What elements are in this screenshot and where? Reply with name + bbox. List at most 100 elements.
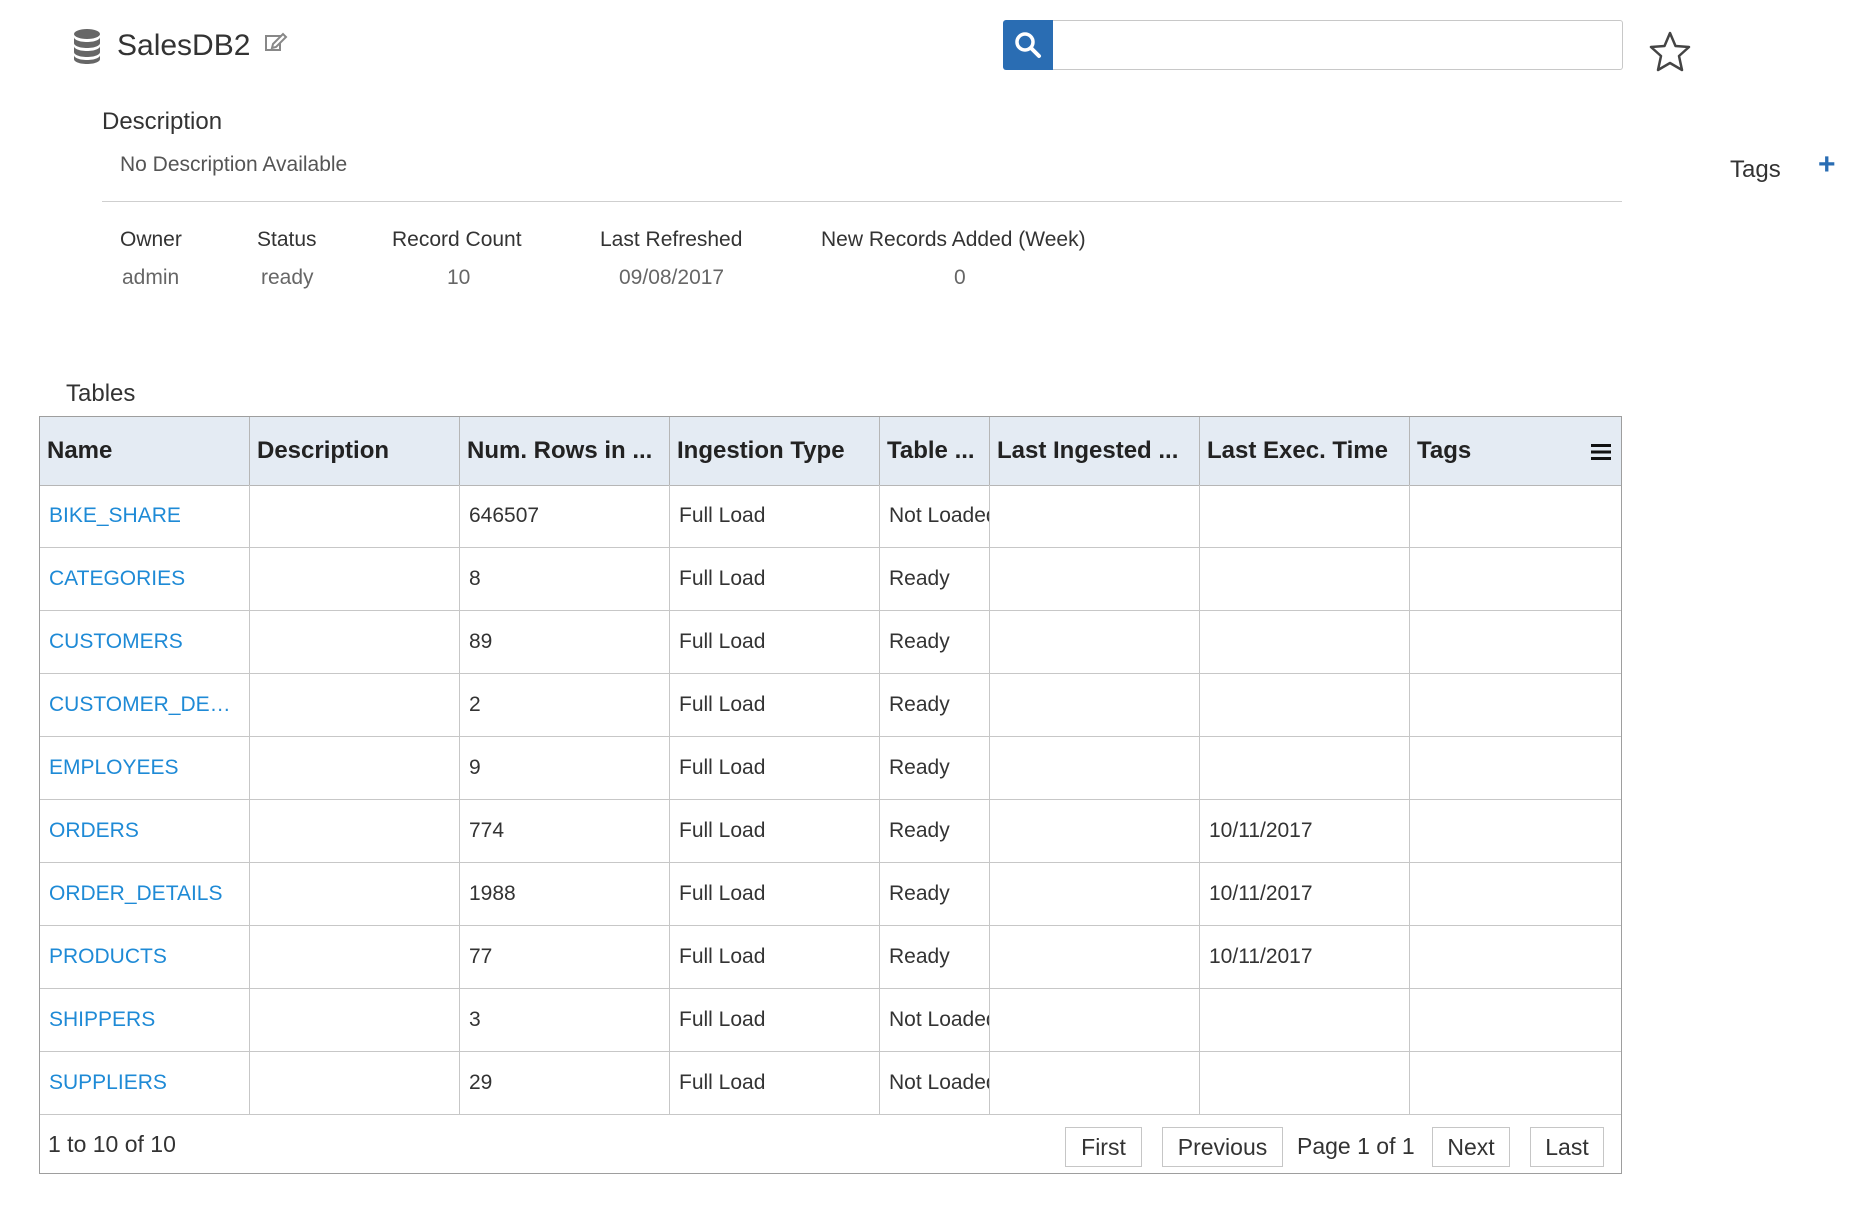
table-name-link[interactable]: SUPPLIERS — [40, 1052, 250, 1114]
cell-tags — [1410, 737, 1622, 799]
cell-tags — [1410, 926, 1622, 988]
cell-table-status: Ready — [880, 674, 990, 736]
add-tag-button[interactable]: + — [1818, 150, 1836, 180]
cell-last-exec-time — [1200, 737, 1410, 799]
cell-table-status: Ready — [880, 926, 990, 988]
cell-table-status: Not Loaded — [880, 1052, 990, 1114]
cell-last-ingested — [990, 674, 1200, 736]
cell-last-exec-time — [1200, 674, 1410, 736]
cell-tags — [1410, 863, 1622, 925]
record-count-label: Record Count — [392, 228, 522, 251]
table-row[interactable]: CUSTOMER_DE… 2 Full Load Ready — [40, 674, 1621, 737]
table-row[interactable]: CATEGORIES 8 Full Load Ready — [40, 548, 1621, 611]
cell-table-status: Ready — [880, 611, 990, 673]
cell-num-rows: 3 — [460, 989, 670, 1051]
cell-num-rows: 2 — [460, 674, 670, 736]
first-page-button[interactable]: First — [1065, 1127, 1142, 1167]
column-menu-icon[interactable] — [1591, 443, 1611, 461]
description-heading: Description — [102, 108, 223, 135]
cell-ingestion-type: Full Load — [670, 1052, 880, 1114]
cell-ingestion-type: Full Load — [670, 674, 880, 736]
table-row[interactable]: CUSTOMERS 89 Full Load Ready — [40, 611, 1621, 674]
table-name-link[interactable]: CUSTOMERS — [40, 611, 250, 673]
cell-description — [250, 926, 460, 988]
cell-last-ingested — [990, 485, 1200, 547]
cell-last-ingested — [990, 863, 1200, 925]
cell-table-status: Ready — [880, 863, 990, 925]
table-row[interactable]: ORDERS 774 Full Load Ready 10/11/2017 — [40, 800, 1621, 863]
table-row[interactable]: SUPPLIERS 29 Full Load Not Loaded — [40, 1052, 1621, 1115]
cell-tags — [1410, 611, 1622, 673]
cell-last-ingested — [990, 926, 1200, 988]
cell-last-exec-time: 10/11/2017 — [1200, 926, 1410, 988]
cell-num-rows: 9 — [460, 737, 670, 799]
cell-table-status: Ready — [880, 737, 990, 799]
search-input[interactable] — [1053, 20, 1623, 70]
search-button[interactable] — [1003, 20, 1053, 70]
new-records-label: New Records Added (Week) — [821, 228, 1086, 251]
cell-description — [250, 611, 460, 673]
cell-last-exec-time — [1200, 548, 1410, 610]
owner-label: Owner — [120, 228, 182, 251]
cell-tags — [1410, 674, 1622, 736]
page-info: Page 1 of 1 — [1297, 1133, 1415, 1159]
cell-last-exec-time — [1200, 1052, 1410, 1114]
table-row[interactable]: ORDER_DETAILS 1988 Full Load Ready 10/11… — [40, 863, 1621, 926]
table-name-link[interactable]: BIKE_SHARE — [40, 485, 250, 547]
cell-num-rows: 77 — [460, 926, 670, 988]
cell-last-ingested — [990, 989, 1200, 1051]
cell-num-rows: 646507 — [460, 485, 670, 547]
table-name-link[interactable]: CATEGORIES — [40, 548, 250, 610]
tables-heading: Tables — [66, 380, 136, 407]
table-row[interactable]: BIKE_SHARE 646507 Full Load Not Loaded — [40, 485, 1621, 548]
status-label: Status — [257, 228, 317, 251]
cell-num-rows: 8 — [460, 548, 670, 610]
table-name-link[interactable]: PRODUCTS — [40, 926, 250, 988]
cell-ingestion-type: Full Load — [670, 737, 880, 799]
cell-description — [250, 800, 460, 862]
row-count-text: 1 to 10 of 10 — [48, 1131, 176, 1157]
record-count-value: 10 — [447, 266, 471, 289]
cell-last-ingested — [990, 611, 1200, 673]
table-name-link[interactable]: ORDER_DETAILS — [40, 863, 250, 925]
cell-last-exec-time — [1200, 989, 1410, 1051]
cell-tags — [1410, 485, 1622, 547]
cell-description — [250, 989, 460, 1051]
cell-ingestion-type: Full Load — [670, 485, 880, 547]
next-page-button[interactable]: Next — [1432, 1127, 1510, 1167]
cell-last-exec-time — [1200, 485, 1410, 547]
table-row[interactable]: EMPLOYEES 9 Full Load Ready — [40, 737, 1621, 800]
column-header-name[interactable]: Name — [40, 417, 250, 485]
table-name-link[interactable]: CUSTOMER_DE… — [40, 674, 250, 736]
column-header-table-status[interactable]: Table ... — [880, 417, 990, 485]
favorite-star-icon[interactable] — [1648, 30, 1692, 74]
cell-num-rows: 1988 — [460, 863, 670, 925]
cell-description — [250, 548, 460, 610]
cell-table-status: Not Loaded — [880, 989, 990, 1051]
cell-tags — [1410, 800, 1622, 862]
table-name-link[interactable]: SHIPPERS — [40, 989, 250, 1051]
last-page-button[interactable]: Last — [1530, 1127, 1604, 1167]
column-header-ingestion-type[interactable]: Ingestion Type — [670, 417, 880, 485]
column-header-last-ingested[interactable]: Last Ingested ... — [990, 417, 1200, 485]
cell-description — [250, 1052, 460, 1114]
column-header-description[interactable]: Description — [250, 417, 460, 485]
page-title: SalesDB2 — [117, 29, 251, 62]
tables-grid: Name Description Num. Rows in ... Ingest… — [39, 416, 1622, 1174]
cell-description — [250, 737, 460, 799]
last-refreshed-value: 09/08/2017 — [619, 266, 725, 289]
table-row[interactable]: PRODUCTS 77 Full Load Ready 10/11/2017 — [40, 926, 1621, 989]
column-header-num-rows[interactable]: Num. Rows in ... — [460, 417, 670, 485]
column-header-last-exec-time[interactable]: Last Exec. Time — [1200, 417, 1410, 485]
tags-label: Tags — [1730, 156, 1781, 183]
cell-ingestion-type: Full Load — [670, 863, 880, 925]
table-name-link[interactable]: ORDERS — [40, 800, 250, 862]
cell-ingestion-type: Full Load — [670, 989, 880, 1051]
edit-icon[interactable] — [264, 30, 288, 54]
table-row[interactable]: SHIPPERS 3 Full Load Not Loaded — [40, 989, 1621, 1052]
table-name-link[interactable]: EMPLOYEES — [40, 737, 250, 799]
cell-last-ingested — [990, 1052, 1200, 1114]
previous-page-button[interactable]: Previous — [1162, 1127, 1283, 1167]
cell-last-exec-time: 10/11/2017 — [1200, 863, 1410, 925]
cell-tags — [1410, 989, 1622, 1051]
